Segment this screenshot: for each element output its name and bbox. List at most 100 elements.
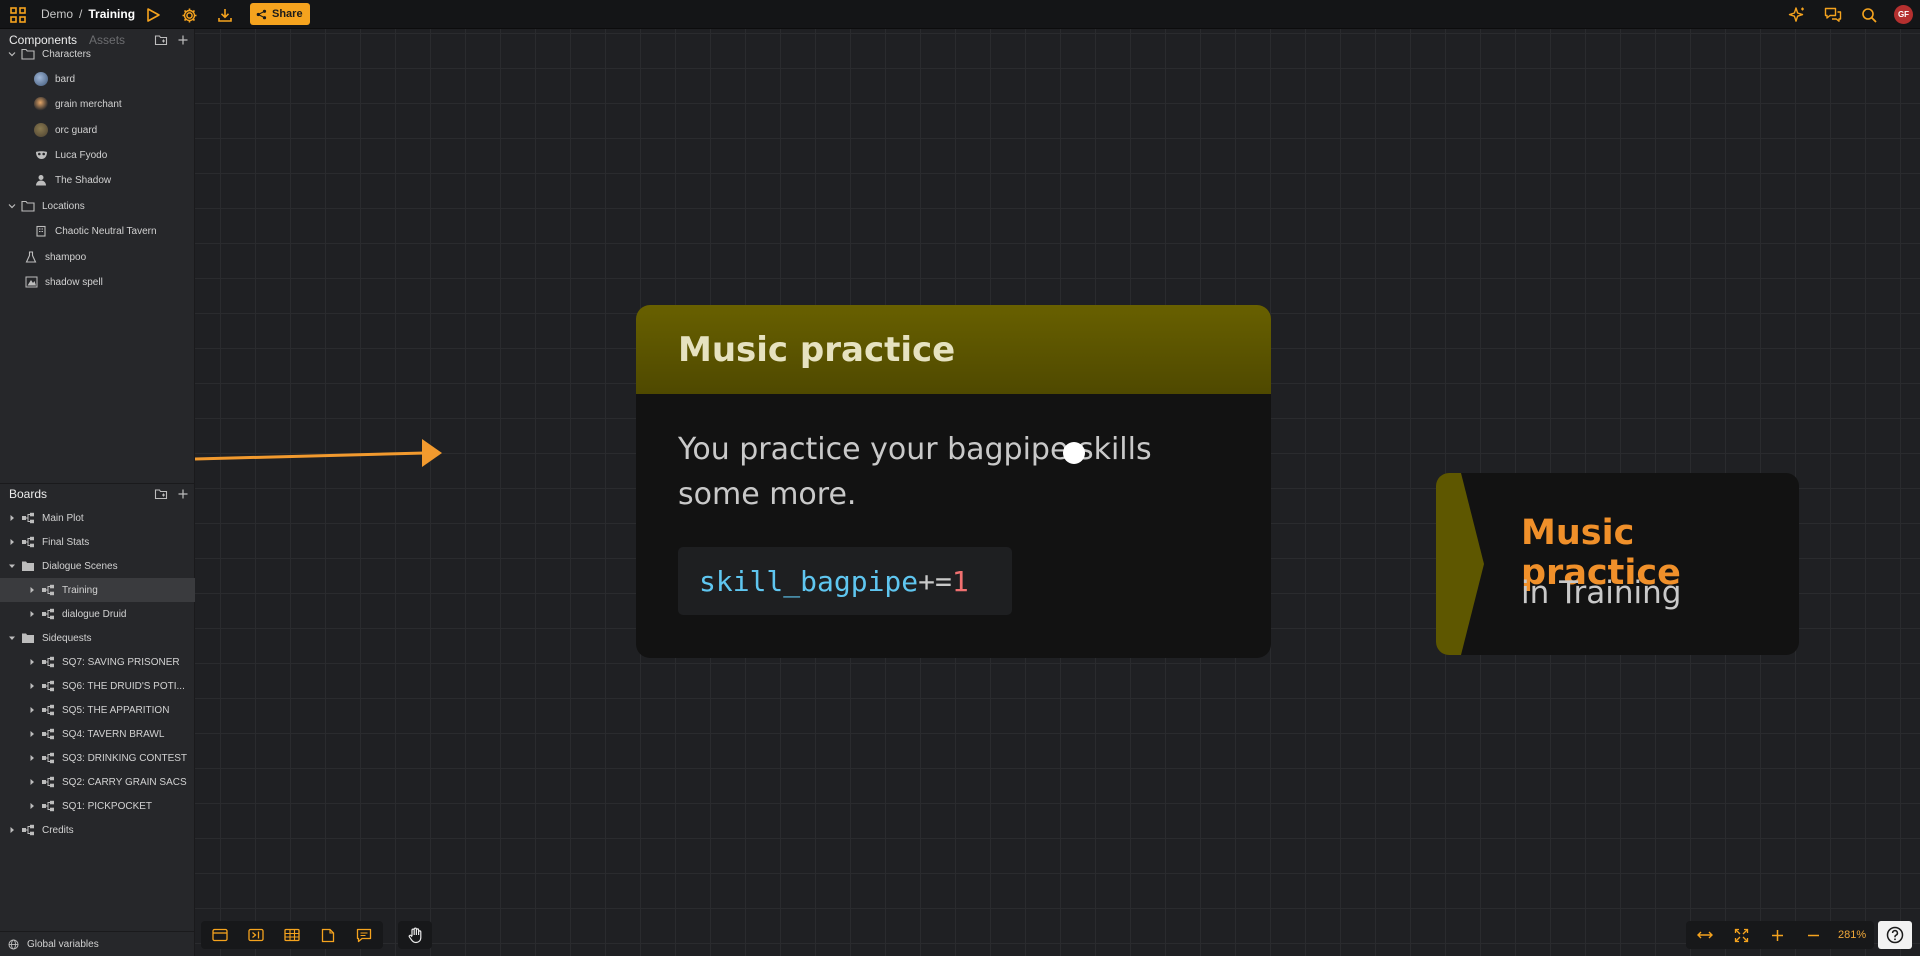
chevron-right-icon[interactable] (27, 705, 37, 715)
note-icon[interactable] (313, 923, 343, 947)
board-item[interactable]: dialogue Druid (0, 602, 195, 626)
jump-target-node[interactable]: Music practice in Training (1436, 473, 1799, 655)
folder-icon (21, 47, 35, 61)
board-icon (41, 655, 55, 669)
boards-title: Boards (9, 487, 48, 501)
component-item[interactable]: Luca Fyodo (0, 143, 195, 167)
component-item[interactable]: orc guard (0, 118, 195, 142)
globe-icon (8, 939, 19, 949)
hand-tool (398, 921, 432, 949)
board-item[interactable]: Credits (0, 818, 195, 842)
help-button[interactable] (1878, 921, 1912, 949)
zoom-level[interactable]: 281% (1834, 929, 1870, 941)
merchant-portrait-icon (34, 97, 48, 111)
chevron-right-icon[interactable] (27, 753, 37, 763)
tree-label: orc guard (55, 124, 98, 136)
board-item[interactable]: Final Stats (0, 530, 195, 554)
chevron-down-icon[interactable] (7, 633, 17, 643)
bard-portrait-icon (34, 72, 48, 86)
chevron-right-icon[interactable] (27, 777, 37, 787)
component-item[interactable]: shadow spell (0, 270, 195, 294)
global-variables-label: Global variables (27, 938, 99, 950)
comment-icon[interactable] (349, 923, 379, 947)
output-pin[interactable] (1063, 442, 1085, 464)
avatar[interactable]: GF (1894, 5, 1913, 24)
dialogue-node[interactable]: Music practice You practice your bagpipe… (636, 305, 1271, 658)
chevron-right-icon[interactable] (7, 825, 17, 835)
chevron-down-icon[interactable] (7, 49, 17, 59)
board-item[interactable]: Main Plot (0, 506, 195, 530)
board-icon (41, 679, 55, 693)
board-item[interactable]: SQ4: TAVERN BRAWL (0, 722, 195, 746)
zoom-out-icon[interactable] (1798, 923, 1828, 947)
board-item[interactable]: SQ2: CARRY GRAIN SACS (0, 770, 195, 794)
table-icon[interactable] (277, 923, 307, 947)
add-icon[interactable] (176, 487, 190, 501)
play-icon[interactable] (141, 3, 165, 27)
board-label: SQ3: DRINKING CONTEST (62, 752, 188, 764)
chevron-right-icon[interactable] (27, 609, 37, 619)
board-icon (41, 775, 55, 789)
tree-label: Luca Fyodo (55, 149, 108, 161)
app-grid-icon[interactable] (6, 3, 30, 27)
board-item[interactable]: SQ1: PICKPOCKET (0, 794, 195, 818)
script-operator: += (918, 564, 952, 598)
component-item[interactable]: grain merchant (0, 92, 195, 116)
board-folder[interactable]: Sidequests (0, 626, 195, 650)
spell-icon (24, 275, 38, 289)
tree-folder-locations[interactable]: Locations (0, 194, 195, 218)
breadcrumb-project[interactable]: Demo (41, 7, 73, 21)
tree-label: The Shadow (55, 174, 112, 186)
building-icon (34, 224, 48, 238)
chevron-right-icon[interactable] (7, 513, 17, 523)
gear-icon[interactable] (177, 3, 201, 27)
board-folder[interactable]: Dialogue Scenes (0, 554, 195, 578)
dialogue-node-icon[interactable] (205, 923, 235, 947)
ai-sparkle-icon[interactable] (1785, 3, 1809, 27)
incoming-connection[interactable] (195, 451, 426, 461)
jump-node-icon[interactable] (241, 923, 271, 947)
chevron-right-icon[interactable] (27, 729, 37, 739)
download-icon[interactable] (213, 3, 237, 27)
tree-label: shadow spell (45, 276, 103, 288)
node-script[interactable]: skill_bagpipe += 1 (678, 547, 1012, 615)
chevron-down-icon[interactable] (7, 561, 17, 571)
chevron-right-icon[interactable] (27, 681, 37, 691)
fit-width-icon[interactable] (1690, 923, 1720, 947)
chevron-right-icon[interactable] (27, 585, 37, 595)
component-item[interactable]: bard (0, 67, 195, 91)
search-icon[interactable] (1857, 3, 1881, 27)
board-item[interactable]: SQ3: DRINKING CONTEST (0, 746, 195, 770)
flow-canvas[interactable]: Music practice You practice your bagpipe… (195, 29, 1920, 956)
component-item[interactable]: Chaotic Neutral Tavern (0, 219, 195, 243)
board-item-selected[interactable]: Training (0, 578, 195, 602)
tree-label: grain merchant (55, 98, 122, 110)
new-folder-icon[interactable] (154, 487, 168, 501)
chevron-down-icon[interactable] (7, 201, 17, 211)
tree-label: Characters (42, 48, 91, 60)
board-item[interactable]: SQ7: SAVING PRISONER (0, 650, 195, 674)
board-label: SQ4: TAVERN BRAWL (62, 728, 165, 740)
chevron-right-icon[interactable] (7, 537, 17, 547)
board-item[interactable]: SQ5: THE APPARITION (0, 698, 195, 722)
zoom-toolbar: 281% (1686, 921, 1875, 949)
component-item[interactable]: shampoo (0, 245, 195, 269)
comments-icon[interactable] (1821, 3, 1845, 27)
chevron-right-icon[interactable] (27, 657, 37, 667)
fullscreen-icon[interactable] (1726, 923, 1756, 947)
global-variables-button[interactable]: Global variables (0, 931, 195, 956)
folder-icon (21, 199, 35, 213)
tree-folder-characters[interactable]: Characters (0, 42, 195, 66)
board-label: SQ1: PICKPOCKET (62, 800, 153, 812)
zoom-in-icon[interactable] (1762, 923, 1792, 947)
mask-icon (34, 148, 48, 162)
hand-icon[interactable] (400, 923, 430, 947)
board-label: SQ6: THE DRUID'S POTI... (62, 680, 185, 692)
share-button[interactable]: Share (250, 3, 310, 25)
breadcrumb-current[interactable]: Training (88, 7, 135, 21)
board-item[interactable]: SQ6: THE DRUID'S POTI... (0, 674, 195, 698)
component-item[interactable]: The Shadow (0, 168, 195, 192)
chevron-right-icon[interactable] (27, 801, 37, 811)
board-label: SQ2: CARRY GRAIN SACS (62, 776, 187, 788)
node-text[interactable]: You practice your bagpipe skills some mo… (678, 427, 1238, 517)
